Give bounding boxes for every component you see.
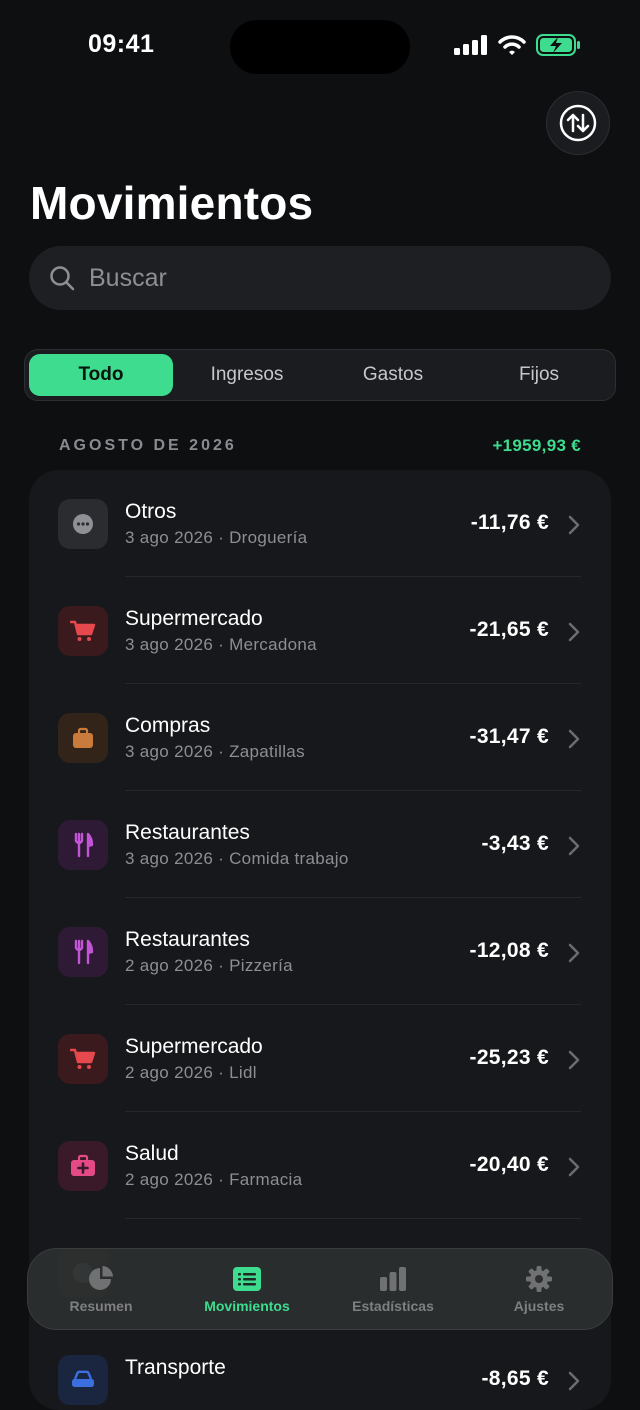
battery-charging-icon xyxy=(536,34,580,56)
segment-ingresos[interactable]: Ingresos xyxy=(175,354,319,396)
status-icons xyxy=(454,34,582,56)
transaction-date: 3 ago 2026 xyxy=(125,528,214,547)
tab-resumen[interactable]: Resumen xyxy=(28,1265,174,1314)
tab-label: Estadísticas xyxy=(352,1297,434,1314)
transaction-subtitle: 3 ago 2026 · Zapatillas xyxy=(125,742,305,761)
transaction-date: 3 ago 2026 xyxy=(125,635,214,654)
transaction-date: 3 ago 2026 xyxy=(125,742,214,761)
transaction-amount: -20,40 € xyxy=(469,1153,549,1176)
transaction-category: Supermercado xyxy=(125,607,263,630)
transaction-subtitle: 3 ago 2026 · Mercadona xyxy=(125,635,317,654)
transaction-category: Restaurantes xyxy=(125,821,250,844)
wifi-icon xyxy=(498,35,526,55)
chevron-right-icon xyxy=(568,1050,580,1070)
transaction-category: Supermercado xyxy=(125,1035,263,1058)
tab-estadisticas[interactable]: Estadísticas xyxy=(320,1265,466,1314)
status-time: 09:41 xyxy=(88,30,155,58)
chevron-right-icon xyxy=(568,515,580,535)
cart-icon xyxy=(58,606,108,656)
transaction-note: Pizzería xyxy=(229,956,293,975)
transaction-subtitle: 2 ago 2026 · Pizzería xyxy=(125,956,293,975)
transaction-row[interactable]: Transporte -8,65 € xyxy=(29,1326,611,1410)
transaction-category: Compras xyxy=(125,714,211,737)
transaction-subtitle: 2 ago 2026 · Farmacia xyxy=(125,1170,303,1189)
transaction-amount: -21,65 € xyxy=(469,618,549,641)
sort-button[interactable] xyxy=(546,91,610,155)
chevron-right-icon xyxy=(568,943,580,963)
medkit-icon xyxy=(58,1141,108,1191)
transaction-amount: -3,43 € xyxy=(481,832,549,855)
chevron-right-icon xyxy=(568,1157,580,1177)
tab-movimientos[interactable]: Movimientos xyxy=(174,1265,320,1314)
list-icon xyxy=(233,1266,261,1291)
segment-todo[interactable]: Todo xyxy=(29,354,173,396)
fork-knife-icon xyxy=(58,927,108,977)
search-input[interactable] xyxy=(87,262,611,294)
dynamic-island xyxy=(230,20,410,74)
search-icon xyxy=(50,266,75,291)
segment-gastos[interactable]: Gastos xyxy=(321,354,465,396)
transaction-row[interactable]: Otros 3 ago 2026 · Droguería -11,76 € xyxy=(29,470,611,577)
transaction-category: Otros xyxy=(125,500,177,523)
month-section-header: AGOSTO DE 2026 +1959,93 € xyxy=(59,436,581,456)
signal-icon xyxy=(454,35,487,55)
transaction-amount: -12,08 € xyxy=(469,939,549,962)
chevron-right-icon xyxy=(568,622,580,642)
transaction-category: Salud xyxy=(125,1142,179,1165)
transaction-amount: -31,47 € xyxy=(469,725,549,748)
fork-knife-icon xyxy=(58,820,108,870)
tab-ajustes[interactable]: Ajustes xyxy=(466,1265,612,1314)
transaction-amount: -11,76 € xyxy=(470,511,549,534)
transaction-row[interactable]: Restaurantes 3 ago 2026 · Comida trabajo… xyxy=(29,791,611,898)
tab-bar: Resumen Movimientos Estadísticas Ajustes xyxy=(27,1248,613,1330)
transaction-row[interactable]: Salud 2 ago 2026 · Farmacia -20,40 € xyxy=(29,1112,611,1219)
transaction-subtitle: 3 ago 2026 · Comida trabajo xyxy=(125,849,349,868)
transaction-category: Restaurantes xyxy=(125,928,250,951)
chevron-right-icon xyxy=(568,836,580,856)
tab-label: Resumen xyxy=(69,1297,133,1314)
transaction-note: Farmacia xyxy=(229,1170,303,1189)
transaction-note: Droguería xyxy=(229,528,308,547)
tab-label: Movimientos xyxy=(204,1297,290,1314)
transaction-date: 3 ago 2026 xyxy=(125,849,214,868)
sort-arrows-icon xyxy=(559,104,597,142)
transaction-row[interactable]: Supermercado 3 ago 2026 · Mercadona -21,… xyxy=(29,577,611,684)
transaction-subtitle: 2 ago 2026 · Lidl xyxy=(125,1063,257,1082)
transaction-row[interactable]: Compras 3 ago 2026 · Zapatillas -31,47 € xyxy=(29,684,611,791)
status-bar: 09:41 xyxy=(0,0,640,96)
transaction-subtitle: 3 ago 2026 · Droguería xyxy=(125,528,308,547)
transaction-note: Comida trabajo xyxy=(229,849,349,868)
page-title: Movimientos xyxy=(30,177,314,229)
month-total: +1959,93 € xyxy=(492,436,581,455)
transaction-row[interactable]: Restaurantes 2 ago 2026 · Pizzería -12,0… xyxy=(29,898,611,1005)
transaction-note: Zapatillas xyxy=(229,742,305,761)
segment-fijos[interactable]: Fijos xyxy=(467,354,611,396)
transaction-amount: -25,23 € xyxy=(469,1046,549,1069)
transaction-date: 2 ago 2026 xyxy=(125,956,214,975)
search-bar[interactable] xyxy=(29,246,611,310)
cart-icon xyxy=(58,1034,108,1084)
transaction-date: 2 ago 2026 xyxy=(125,1063,214,1082)
car-icon xyxy=(58,1355,108,1405)
transaction-category: Transporte xyxy=(125,1356,226,1379)
transaction-date: 2 ago 2026 xyxy=(125,1170,214,1189)
chevron-right-icon xyxy=(568,729,580,749)
gear-icon xyxy=(526,1265,552,1292)
bag-icon xyxy=(58,713,108,763)
transaction-amount: -8,65 € xyxy=(481,1367,549,1390)
month-label: AGOSTO DE 2026 xyxy=(59,437,237,454)
tab-label: Ajustes xyxy=(513,1297,565,1314)
chevron-right-icon xyxy=(568,1371,580,1391)
bar-chart-icon xyxy=(380,1266,406,1291)
filter-segmented-control: Todo Ingresos Gastos Fijos xyxy=(24,349,616,401)
more-dots-icon xyxy=(58,499,108,549)
pie-chart-icon xyxy=(89,1265,113,1290)
transaction-note: Mercadona xyxy=(229,635,317,654)
transaction-note: Lidl xyxy=(229,1063,257,1082)
transaction-row[interactable]: Supermercado 2 ago 2026 · Lidl -25,23 € xyxy=(29,1005,611,1112)
